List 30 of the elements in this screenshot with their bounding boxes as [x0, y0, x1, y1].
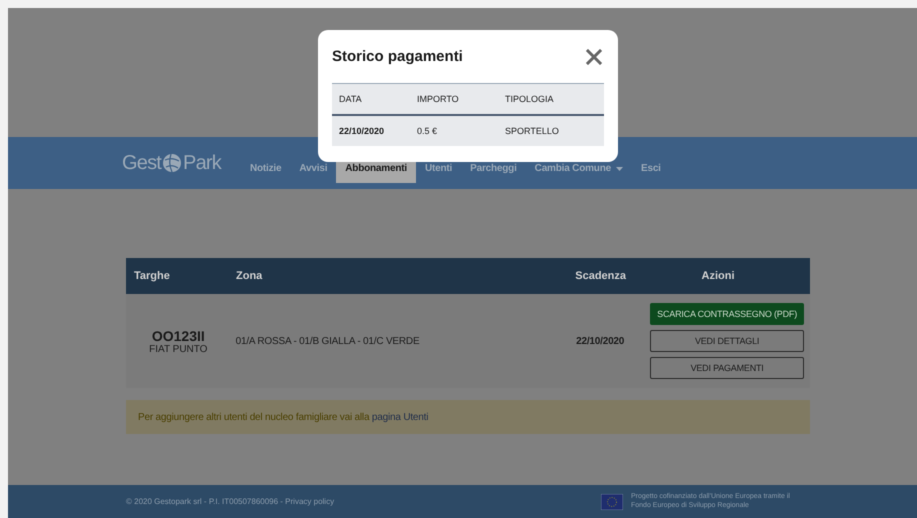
- nav-link[interactable]: Cambia Comune: [526, 137, 632, 183]
- plate-number: OO123II: [152, 328, 205, 344]
- globe-icon: [162, 153, 182, 173]
- alert-text: Per aggiungere altri utenti del nucleo famigliare vai alla pagina Utenti: [138, 412, 428, 422]
- expiry-date: 22/10/2020: [575, 336, 624, 346]
- nav-link[interactable]: Notizie: [240, 137, 290, 183]
- zones-text: 01/A ROSSA - 01/B GIALLA - 01/C VERDE: [234, 336, 420, 346]
- modal-title: Storico pagamenti: [332, 48, 463, 65]
- payment-type: SPORTELLO: [505, 126, 559, 136]
- users-page-link[interactable]: pagina Utenti: [372, 412, 428, 422]
- action-button[interactable]: VEDI PAGAMENTI: [650, 357, 804, 379]
- column-header: Azioni: [700, 270, 736, 282]
- column-header: Targhe: [133, 270, 171, 282]
- close-icon[interactable]: [586, 48, 602, 64]
- column-header: Zona: [235, 270, 264, 282]
- copyright-text: © 2020 Gestopark srl - P.I. IT00507860096 - Privacy policy: [126, 497, 336, 506]
- column-header: IMPORTO: [417, 94, 460, 104]
- column-header: TIPOLOGIA: [505, 94, 554, 104]
- flag-icon: [601, 494, 623, 510]
- nav-link[interactable]: Esci: [632, 137, 670, 183]
- action-button[interactable]: SCARICA CONTRASSEGNO (PDF): [650, 303, 804, 325]
- logo-text: Gest: [122, 152, 162, 174]
- payment-amount: 0.5 €: [417, 126, 438, 136]
- logo-text: Park: [183, 152, 221, 174]
- column-header: Scadenza: [574, 270, 626, 282]
- column-header: DATA: [338, 94, 363, 104]
- car-model: FIAT PUNTO: [149, 344, 208, 354]
- action-button[interactable]: VEDI DETTAGLI: [650, 330, 804, 352]
- caret-icon: [616, 167, 623, 171]
- payment-date: 22/10/2020: [338, 126, 386, 136]
